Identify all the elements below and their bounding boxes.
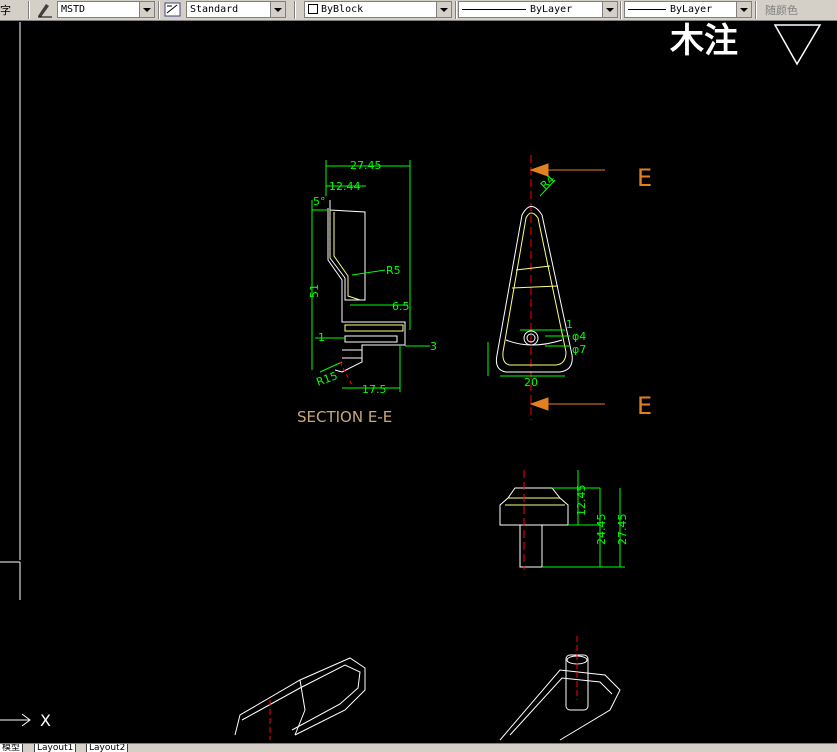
drawing-canvas[interactable]: 木注 27.45 12.44 5° 51 R5 6.5 1 3 R15 17.5… [0,21,837,743]
toolbar-separator [755,1,757,19]
dropdown-arrow-icon[interactable] [736,2,751,17]
dropdown-arrow-icon[interactable] [270,2,285,17]
dim-label: 12.44 [329,180,361,193]
dimension-style-icon[interactable] [164,2,182,22]
section-marker: E [637,164,652,192]
triangle-icon [773,24,822,66]
dim-label: R15 [315,369,340,389]
section-label: SECTION E-E [297,408,392,426]
dim-label: 27.45 [350,159,382,172]
dim-label: 27.45 [616,514,629,546]
dim-label: φ4 [572,330,586,343]
section-marker: E [637,392,652,420]
dim-label: 20 [524,376,538,389]
dim-label: 24.45 [595,514,608,546]
text-style-select[interactable]: MSTD [57,1,155,18]
toolbar-separator [294,1,296,19]
dim-label: 17.5 [362,383,387,396]
plot-style-label[interactable]: 随颜色 [765,2,798,18]
dropdown-arrow-icon[interactable] [139,2,154,17]
toolbar-separator [620,1,622,19]
iso-view-left [234,657,366,740]
dim-label: φ7 [572,343,586,356]
lineweight-sample-icon [628,8,666,10]
dim-label: 12.45 [575,485,588,517]
lineweight-select[interactable]: ByLayer [624,1,752,18]
toolbar-separator [28,1,30,19]
linetype-value: ByLayer [530,4,573,15]
color-swatch-icon [308,4,318,14]
ucs-x-label: X [40,711,51,730]
dropdown-arrow-icon[interactable] [436,2,451,17]
linetype-sample-icon [462,8,526,10]
toolbar-partial-label: 字 [0,4,11,17]
dim-label: 1 [318,331,325,344]
dropdown-arrow-icon[interactable] [602,2,617,17]
dim-label: 6.5 [392,300,410,313]
title-text: 木注 [669,21,738,61]
linetype-select[interactable]: ByLayer [458,1,618,18]
dim-label: R4 [538,173,558,193]
section-view-left [311,160,430,392]
dim-label: R5 [386,264,401,277]
color-select[interactable]: ByBlock [304,1,452,18]
toolbar-separator [158,1,160,19]
ucs-icon [0,713,31,727]
section-arrow-icon [529,397,549,411]
dim-label: 51 [308,284,321,298]
text-style-value: MSTD [61,4,86,15]
iso-view-right [499,636,621,741]
color-value: ByBlock [321,4,364,15]
properties-toolbar: 字 MSTD Standard ByBlock ByLayer ByLayer … [0,0,837,21]
dim-label: 3 [430,340,437,353]
text-style-icon[interactable] [36,2,54,22]
dim-label: 5° [313,195,326,208]
lineweight-value: ByLayer [670,4,713,15]
dim-style-select[interactable]: Standard [186,1,286,18]
dim-style-value: Standard [190,4,239,15]
toolbar-separator [455,1,457,19]
